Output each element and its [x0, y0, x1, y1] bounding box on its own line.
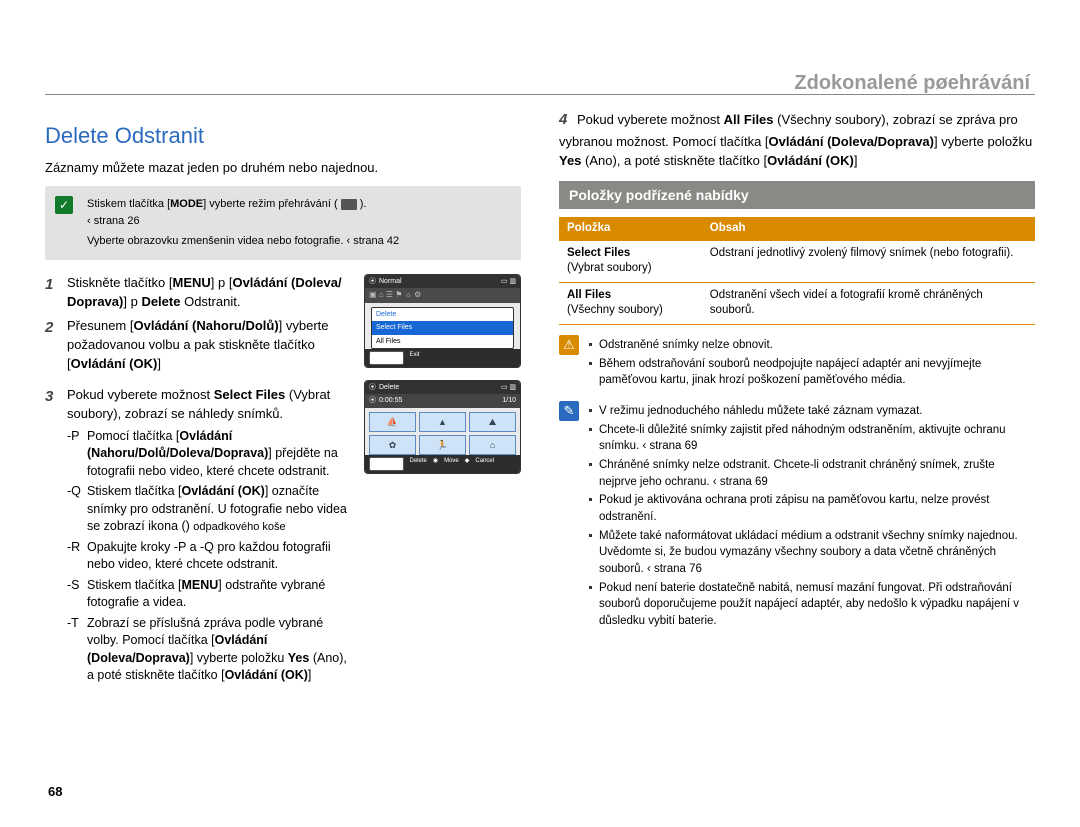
manual-page: Zdokonalené pøehrávání Delete Odstranit …: [0, 0, 1080, 827]
page-number: 68: [48, 783, 62, 801]
check-icon: ✓: [55, 196, 73, 214]
step-3: 3 Pokud vyberete možnost Select Files (V…: [45, 386, 356, 688]
col-content: Obsah: [702, 217, 1035, 241]
substep-a: -PPomocí tlačítka [Ovládání (Nahoru/Dolů…: [67, 428, 356, 481]
precheck-line2: Vyberte obrazovku zmenšenin videa nebo f…: [87, 233, 509, 250]
left-column: Delete Odstranit Záznamy můžete mazat je…: [45, 109, 521, 694]
info-icon: ✎: [559, 401, 579, 421]
info-note: ✎ V režimu jednoduchého náhledu můžete t…: [559, 401, 1035, 632]
right-column: 4 Pokud vyberete možnost All Files (Všec…: [559, 109, 1035, 694]
substep-c: -ROpakujte kroky -P a -Q pro každou foto…: [67, 539, 356, 574]
warning-icon: ⚠: [559, 335, 579, 355]
col-item: Položka: [559, 217, 702, 241]
submenu-heading: Položky podřízené nabídky: [559, 181, 1035, 210]
step-2: 2 Přesunem [Ovládání (Nahoru/Dolů)] vybe…: [45, 317, 356, 374]
step-4: 4 Pokud vyberete možnost All Files (Všec…: [559, 109, 1035, 171]
ui-screenshot-grid: ⦿Delete▭ ▥ ⦿0:00:551/10 ⛵▲⛰ ✿🏃⌂ MENUDele…: [364, 380, 521, 474]
warning-note: ⚠ Odstraněné snímky nelze obnovit. Během…: [559, 335, 1035, 391]
substep-d: -SStiskem tlačítka [MENU] odstraňte vybr…: [67, 577, 356, 612]
substep-e: -TZobrazí se příslušná zpráva podle vybr…: [67, 615, 356, 685]
lead-text: Záznamy můžete mazat jeden po druhém neb…: [45, 159, 521, 177]
step-1: 1 Stiskněte tlačítko [MENU] p [Ovládání …: [45, 274, 356, 312]
section-breadcrumb: Zdokonalené pøehrávání: [794, 70, 1030, 97]
table-row: All Files(Všechny soubory) Odstranění vš…: [559, 282, 1035, 324]
substep-b: -QStiskem tlačítka [Ovládání (OK)] označ…: [67, 483, 356, 536]
page-title: Delete Odstranit: [45, 121, 521, 151]
precheck-box: ✓ Stiskem tlačítka [MODE] vyberte režim …: [45, 186, 521, 260]
options-table: Položka Obsah Select Files(Vybrat soubor…: [559, 217, 1035, 325]
ui-screenshot-menu: ⦿Normal▭ ▥ ▣ ⌂ ☰ ⚑ ☼ ⚙ Delete Select Fil…: [364, 274, 521, 368]
playback-icon: [341, 199, 357, 210]
table-row: Select Files(Vybrat soubory) Odstraní je…: [559, 241, 1035, 283]
